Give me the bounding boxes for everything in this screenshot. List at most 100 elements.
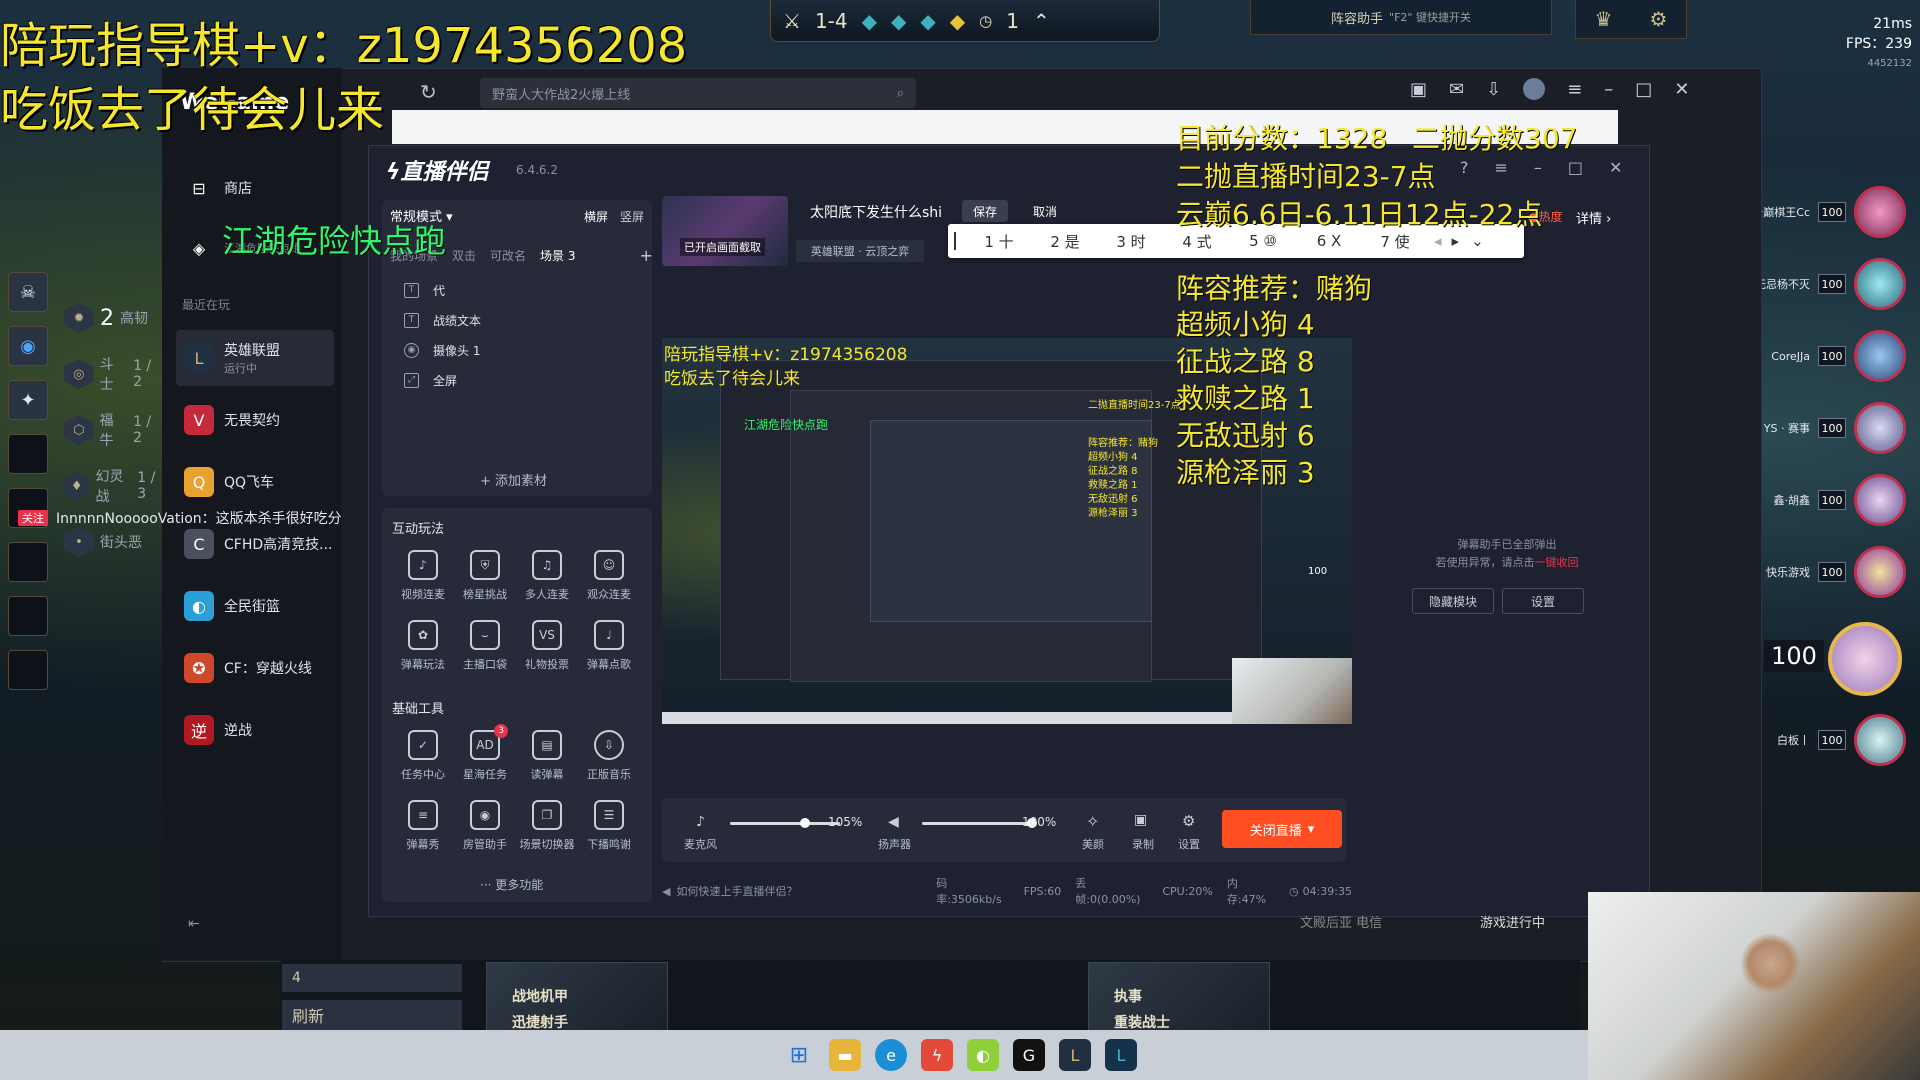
- source-item[interactable]: ◉ 摄像头 1: [404, 338, 480, 362]
- tool-audience-link[interactable]: ☺ 观众连麦: [578, 550, 640, 612]
- ime-candidate[interactable]: 4 式: [1164, 231, 1230, 252]
- refresh-icon[interactable]: ↻: [420, 80, 437, 104]
- mic-volume-slider[interactable]: [730, 822, 840, 825]
- source-item[interactable]: T代: [404, 278, 445, 302]
- player-row[interactable]: 快乐游戏 100: [1738, 544, 1906, 600]
- game-item-cf[interactable]: ✪ CF：穿越火线: [176, 646, 334, 690]
- ime-candidate[interactable]: 1 十: [966, 231, 1032, 252]
- tool-star-task[interactable]: AD 3 星海任务: [454, 724, 516, 792]
- add-source-button[interactable]: + 添加素材: [480, 470, 547, 489]
- app-icon[interactable]: ◐: [967, 1039, 999, 1071]
- lol-icon[interactable]: L: [1059, 1039, 1091, 1071]
- help-icon[interactable]: ?: [1460, 158, 1469, 177]
- game-item-nizhan[interactable]: 逆逆战: [176, 708, 334, 752]
- close-icon[interactable]: ✕: [1674, 79, 1689, 100]
- edge-icon[interactable]: e: [875, 1039, 907, 1071]
- cancel-button[interactable]: 取消: [1022, 200, 1068, 222]
- tool-read-danmu[interactable]: ▤ 读弹幕: [516, 730, 578, 792]
- tool-room-admin[interactable]: ◉ 房管助手: [454, 800, 516, 862]
- tool-task-center[interactable]: ✓ 任务中心: [392, 730, 454, 792]
- ime-expand-icon[interactable]: ⌄: [1471, 232, 1484, 250]
- trait-row[interactable]: ⬡ 福牛 1 / 2: [64, 402, 164, 458]
- tool-danmu-play[interactable]: ✿ 弹幕玩法: [392, 620, 454, 682]
- game-item-street-basketball[interactable]: ◐ 全民街篮: [176, 584, 334, 628]
- player-row[interactable]: 云巅棋王Cc 100: [1738, 184, 1906, 240]
- ime-prev-icon[interactable]: ◂: [1434, 232, 1442, 250]
- more-functions-button[interactable]: ··· 更多功能: [480, 876, 543, 893]
- grammarly-icon[interactable]: G: [1013, 1039, 1045, 1071]
- mic-icon[interactable]: ♪: [696, 814, 705, 830]
- search-icon[interactable]: ⌕: [897, 86, 904, 101]
- maximize-icon[interactable]: □: [1635, 79, 1652, 100]
- scene-tab[interactable]: 双击: [452, 247, 476, 264]
- shop-refresh-button[interactable]: 刷新: [282, 1000, 462, 1030]
- tool-thanks[interactable]: ☰ 下播鸣谢: [578, 800, 640, 862]
- lol-client-icon[interactable]: L: [1105, 1039, 1137, 1071]
- wegame-search-input[interactable]: 野蛮人大作战2火爆上线 ⌕: [480, 78, 916, 108]
- ime-candidate[interactable]: 7 使: [1362, 231, 1428, 252]
- sidebar-item-store[interactable]: ⊟ 商店: [176, 166, 334, 210]
- augment-icon[interactable]: ◉: [8, 326, 48, 366]
- maximize-icon[interactable]: □: [1568, 158, 1583, 177]
- message-icon[interactable]: ✉: [1449, 79, 1464, 100]
- orient-horizontal[interactable]: 横屏: [584, 208, 608, 225]
- detail-link[interactable]: 详情 ›: [1576, 208, 1611, 227]
- game-item-qqspeed[interactable]: Q QQ飞车: [176, 460, 334, 504]
- avatar[interactable]: [1523, 78, 1546, 100]
- lineup-helper[interactable]: 阵容助手 "F2" 键快捷开关: [1250, 0, 1552, 35]
- game-item-cfhd[interactable]: C CFHD高清竞技...: [176, 522, 334, 566]
- orient-vertical[interactable]: 竖屏: [620, 208, 644, 225]
- minimize-icon[interactable]: –: [1604, 79, 1613, 100]
- trait-row[interactable]: ◎ 斗士 1 / 2: [64, 346, 164, 402]
- my-avatar[interactable]: [1828, 622, 1902, 696]
- record-icon[interactable]: ▣: [1134, 812, 1147, 828]
- gear-icon[interactable]: ⚙: [1650, 7, 1668, 31]
- beauty-icon[interactable]: ✧: [1086, 812, 1099, 831]
- player-row[interactable]: 白板丨 100: [1738, 712, 1906, 768]
- category-tag[interactable]: 英雄联盟 · 云顶之弈: [796, 240, 924, 262]
- tool-music[interactable]: ⇩ 正版音乐: [578, 730, 640, 792]
- tool-star-challenge[interactable]: ⛨ 榜星挑战: [454, 550, 516, 612]
- crown-icon[interactable]: ♛: [1595, 7, 1613, 31]
- player-row[interactable]: 无忌杨不灭 100: [1738, 256, 1906, 312]
- windows-start-icon[interactable]: ⊞: [783, 1039, 815, 1071]
- player-row[interactable]: 鑫·胡鑫 100: [1738, 472, 1906, 528]
- menu-icon[interactable]: ≡: [1495, 158, 1508, 177]
- ime-candidate[interactable]: 5 ⑩: [1230, 232, 1296, 250]
- tool-video-link[interactable]: ♪ 视频连麦: [392, 550, 454, 612]
- source-item[interactable]: ⤢ 全屏: [404, 368, 457, 392]
- player-row[interactable]: CoreJJa 100: [1738, 328, 1906, 384]
- tool-danmu-show[interactable]: ≡ 弹幕秀: [392, 800, 454, 862]
- ime-candidate[interactable]: 6 X: [1296, 232, 1362, 250]
- mic-volume-knob[interactable]: [799, 818, 810, 828]
- tool-scene-switcher[interactable]: ❐ 场景切换器: [516, 800, 578, 862]
- tool-pocket[interactable]: ⌣ 主播口袋: [454, 620, 516, 682]
- stream-app-icon[interactable]: ϟ: [921, 1039, 953, 1071]
- add-scene-icon[interactable]: +: [640, 246, 653, 265]
- menu-icon[interactable]: ≡: [1567, 79, 1582, 100]
- game-item-valorant[interactable]: V 无畏契约: [176, 398, 334, 442]
- scene-tab[interactable]: 场景 3: [540, 247, 575, 264]
- download-icon[interactable]: ⇩: [1486, 79, 1501, 100]
- tool-danmu-song[interactable]: ♩ 弹幕点歌: [578, 620, 640, 682]
- scene-tab[interactable]: 可改名: [490, 247, 526, 264]
- augment-icon[interactable]: ✦: [8, 380, 48, 420]
- speaker-volume-slider[interactable]: [922, 822, 1032, 825]
- trait-row[interactable]: ✹ 2 高韧: [64, 290, 164, 346]
- stream-title-input[interactable]: 太阳底下发生什么shi: [810, 202, 942, 222]
- speaker-icon[interactable]: ◀: [888, 814, 899, 830]
- hide-module-button[interactable]: 隐藏模块: [1412, 588, 1494, 614]
- close-icon[interactable]: ✕: [1609, 158, 1622, 177]
- ime-candidate[interactable]: 2 是: [1032, 231, 1098, 252]
- augment-icon[interactable]: ☠: [8, 272, 48, 312]
- collapse-sidebar-icon[interactable]: ⇤: [188, 916, 200, 932]
- player-row[interactable]: YS · 赛事 100: [1738, 400, 1906, 456]
- tool-gift-vote[interactable]: VS 礼物投票: [516, 620, 578, 682]
- save-button[interactable]: 保存: [962, 200, 1008, 222]
- gear-icon[interactable]: ⚙: [1182, 812, 1195, 830]
- recall-link[interactable]: 一键收回: [1535, 556, 1579, 569]
- help-link[interactable]: 如何快速上手直播伴侣？: [676, 883, 916, 899]
- danmu-settings-button[interactable]: 设置: [1502, 588, 1584, 614]
- ime-next-icon[interactable]: ▸: [1452, 232, 1460, 250]
- file-explorer-icon[interactable]: ▬: [829, 1039, 861, 1071]
